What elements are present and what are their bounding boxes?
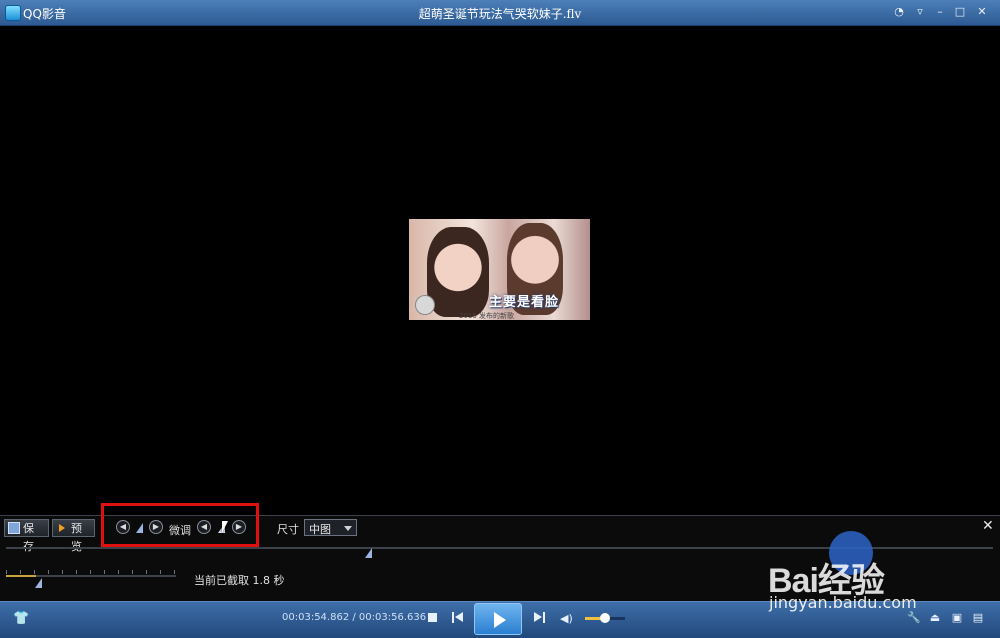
size-label: 尺寸	[277, 523, 299, 536]
restore-icon[interactable]: □	[953, 5, 967, 19]
stop-button[interactable]	[428, 613, 437, 622]
fine-scale-ticks	[6, 570, 176, 574]
watermark-url: jingyan.baidu.com	[769, 593, 917, 612]
playlist-icon[interactable]: ▤	[971, 611, 985, 625]
previous-button[interactable]	[452, 612, 464, 623]
thumbnail-caption: 主要是看脸	[489, 295, 560, 310]
settings-icon[interactable]: ▿	[913, 5, 927, 19]
save-button[interactable]: 保存	[4, 519, 49, 553]
size-select-value: 中图	[309, 523, 331, 536]
eject-icon[interactable]: ⏏	[928, 611, 942, 625]
capture-status: 当前已截取 1.8 秒	[194, 574, 285, 587]
chevron-down-icon	[344, 526, 352, 531]
window-title: 超萌圣诞节玩法气哭软妹子.flv	[418, 7, 582, 21]
close-panel-icon[interactable]: ✕	[982, 518, 994, 534]
preview-play-icon	[59, 524, 65, 532]
minimize-icon[interactable]: –	[933, 5, 947, 19]
badge-icon	[415, 295, 435, 315]
play-button[interactable]	[474, 603, 522, 635]
fine-scale-marker-icon[interactable]	[35, 578, 42, 588]
thumbnail-subcaption: 2015 发布的新歌	[459, 312, 515, 320]
save-icon	[8, 522, 20, 534]
tools-icon[interactable]: 🔧	[907, 611, 921, 625]
volume-icon[interactable]: ◀)	[560, 612, 573, 625]
fine-scale-fill	[6, 575, 36, 577]
screen-icon[interactable]: ▣	[950, 611, 964, 625]
timeline-marker-icon[interactable]	[365, 548, 372, 558]
highlight-box	[101, 503, 259, 547]
skin-icon[interactable]: 👕	[13, 611, 29, 626]
volume-knob[interactable]	[600, 613, 610, 623]
size-select[interactable]: 中图	[304, 519, 357, 536]
video-thumbnail: 主要是看脸 2015 发布的新歌	[409, 219, 590, 320]
next-button[interactable]	[533, 612, 545, 623]
chat-icon[interactable]: ◔	[892, 5, 906, 19]
time-display: 00:03:54.862 / 00:03:56.636	[282, 612, 427, 623]
close-icon[interactable]: ✕	[975, 5, 989, 19]
preview-button[interactable]: 预览	[52, 519, 95, 553]
